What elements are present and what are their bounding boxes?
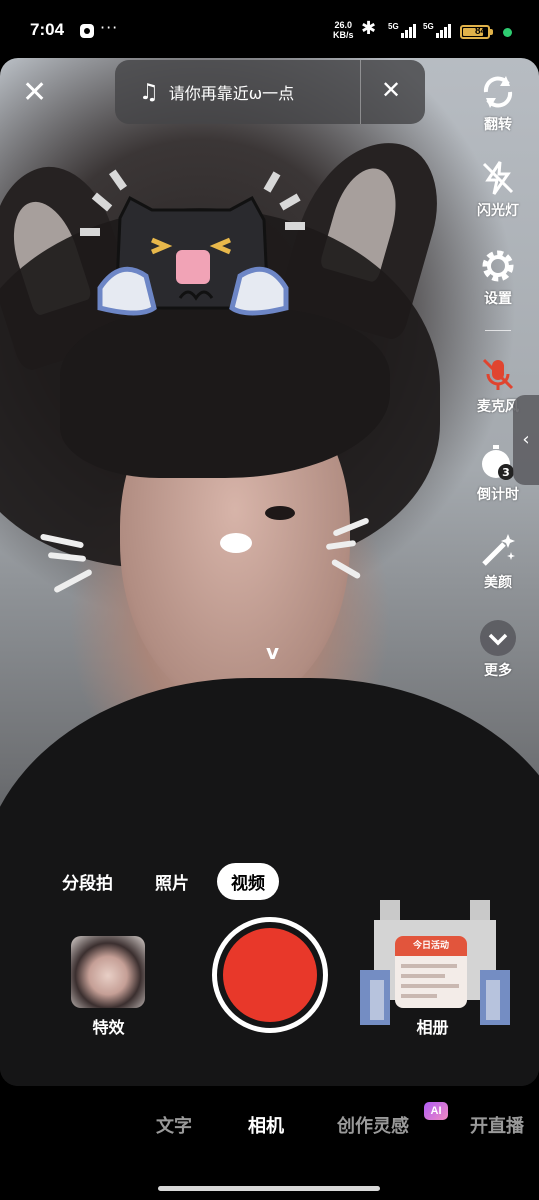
flash-button[interactable]: 闪光灯 [466,158,530,220]
whisker-sticker [53,568,93,594]
beauty-wand-icon [482,534,515,566]
face-mark-sticker: v [266,640,280,664]
status-bar: 7:04 ··· 26.0 KB/s ✱ 5G 5G 84 [0,0,539,58]
beauty-button[interactable]: 美颜 [466,530,530,592]
album-button[interactable]: 今日活动 相册 [395,936,470,1038]
mode-tab-video[interactable]: 视频 [217,862,279,900]
battery-level: 84 [475,26,487,37]
album-thumbnail: 今日活动 [395,936,467,1008]
nav-live[interactable]: 开直播 [470,1112,539,1138]
nav-inspiration[interactable]: 创作灵感 [337,1112,409,1138]
signal-sim1-icon: 5G [388,22,416,38]
close-camera-button[interactable]: ✕ [22,78,47,108]
remove-music-button[interactable]: ✕ [381,76,401,104]
more-notifications-indicator: ··· [100,18,119,37]
mode-tab-segment[interactable]: 分段拍 [48,863,127,900]
home-indicator[interactable] [158,1186,380,1191]
toolbar-divider [485,330,511,331]
battery-icon: 84 [460,25,493,39]
crying-cat-sticker [80,169,305,316]
more-options-button[interactable]: 更多 [466,618,530,680]
side-panel-handle[interactable]: ‹ [513,395,539,485]
bluetooth-icon: ✱ [361,18,377,39]
selected-music-pill[interactable]: ♫ 请你再靠近ω一点 ✕ [115,60,425,124]
subject-eye [265,506,295,520]
music-note-icon: ♫ [139,79,159,105]
flip-camera-button[interactable]: 翻转 [466,72,530,134]
effects-label: 特效 [92,1018,125,1037]
effects-button[interactable]: 特效 [71,936,146,1038]
settings-gear-icon [482,250,514,282]
album-label: 相册 [416,1018,449,1037]
more-chevron-icon [480,620,516,656]
cat-nose-sticker [220,533,252,553]
bottom-nav: 文字 相机 创作灵感 AI 开直播 [0,1086,539,1200]
record-shutter-core [223,928,317,1022]
svg-text:3: 3 [502,466,510,479]
capture-mode-tabs: 分段拍 照片 视频 [48,862,293,900]
clock: 7:04 [30,20,65,39]
effects-thumbnail [71,936,145,1008]
chevron-left-icon: ‹ [522,429,530,450]
flash-off-icon [482,161,514,195]
pill-divider [360,60,361,124]
flip-camera-icon [483,76,513,108]
album-thumbnail-banner: 今日活动 [395,936,467,956]
nav-camera[interactable]: 相机 [248,1112,284,1138]
song-title: 请你再靠近ω一点 [168,84,295,103]
privacy-indicator-dot [503,28,512,37]
ai-badge: AI [424,1102,448,1120]
nav-text[interactable]: 文字 [156,1112,192,1138]
countdown-timer-icon: 3 [482,445,514,480]
mode-tab-photo[interactable]: 照片 [141,863,203,900]
record-shutter-button[interactable] [212,917,328,1033]
settings-button[interactable]: 设置 [466,246,530,308]
notification-app-icon [80,24,94,38]
network-speed: 26.0 KB/s [333,20,354,40]
signal-sim2-icon: 5G [423,22,451,38]
mic-off-icon [482,358,514,390]
